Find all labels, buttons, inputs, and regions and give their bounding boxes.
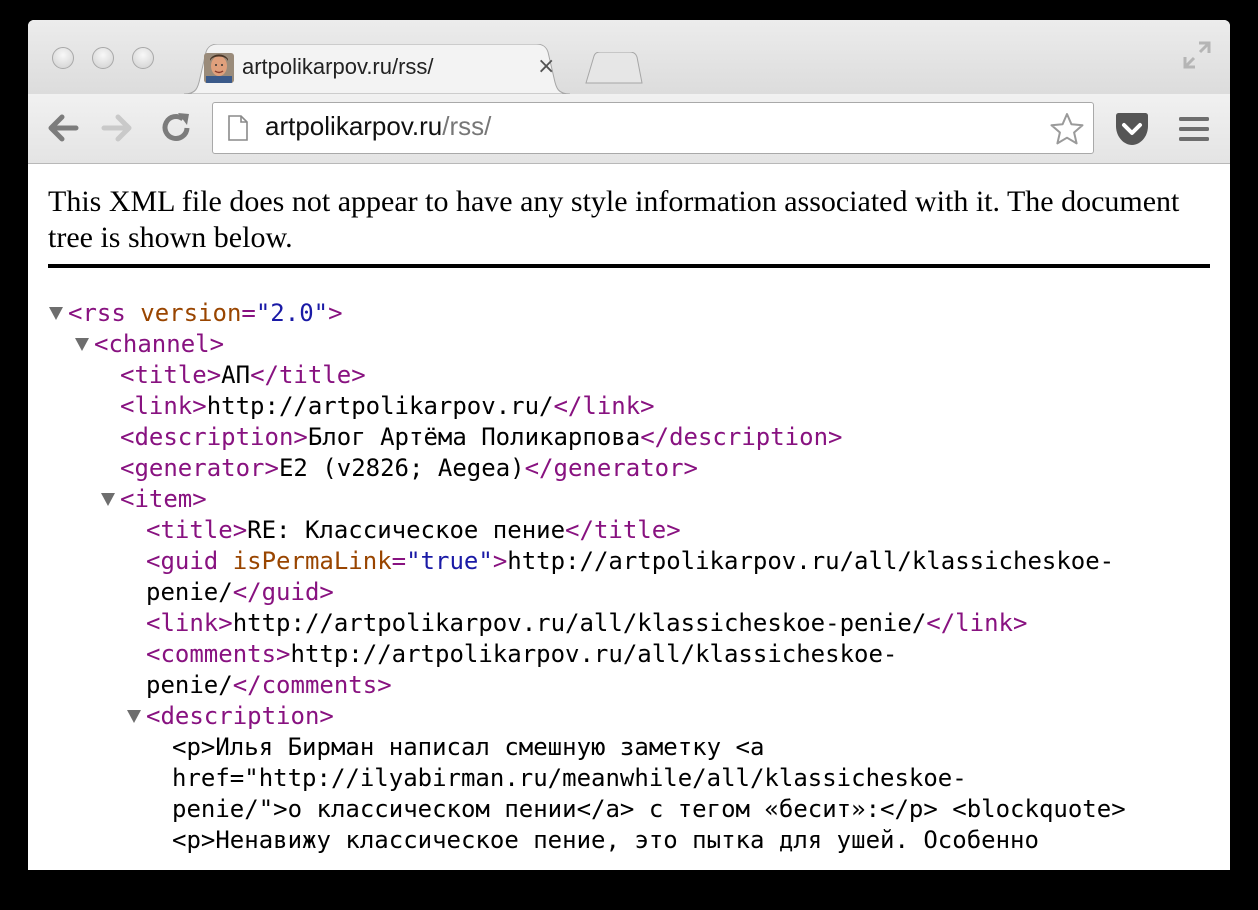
page-content: This XML file does not appear to have an… [28,164,1230,870]
pocket-extension-icon[interactable] [1114,112,1150,146]
tag-rss-open: <rss [68,299,126,327]
tag-item-link-close: </link> [926,609,1028,637]
fullscreen-icon[interactable] [1182,40,1212,70]
attr-equals: = [391,547,407,575]
xml-line-guid: <guid isPermaLink="true">http://artpolik… [146,546,1114,577]
tag-end: > [492,547,508,575]
divider [48,264,1210,268]
xml-line-item: <item> [120,484,207,515]
description-body-line: href="http://ilyabirman.ru/meanwhile/all… [172,764,967,792]
tag-link-close: </link> [553,392,655,420]
url-host: artpolikarpov.ru [265,111,443,141]
tag-generator-close: </generator> [524,454,698,482]
forward-arrow-icon[interactable] [100,110,136,146]
comments-text: http://artpolikarpov.ru/all/klassichesko… [290,640,898,668]
attr-ispermalink-value: "true" [406,547,493,575]
url-path: /rss/ [442,111,492,141]
tag-title-open: <title> [120,361,222,389]
bookmark-star-icon[interactable] [1049,111,1085,147]
browser-window: artpolikarpov.ru/rss/ × artpolikarpov.ru… [28,20,1230,870]
xml-line-link: <link>http://artpolikarpov.ru/</link> [120,391,655,422]
link-text: http://artpolikarpov.ru/ [206,392,554,420]
tag-generator-open: <generator> [120,454,279,482]
back-arrow-icon[interactable] [44,110,80,146]
tag-guid-close: </guid> [232,578,334,606]
tag-comments-open: <comments> [146,640,291,668]
guid-text-cont: penie/ [146,578,233,606]
tag-comments-close: </comments> [232,671,392,699]
tag-item-title-open: <title> [146,516,248,544]
minimize-window-button[interactable] [92,47,114,69]
xml-line-item-description: <description> [146,701,334,732]
favicon-avatar-icon [204,53,234,83]
comments-text-cont: penie/ [146,671,233,699]
item-link-text: http://artpolikarpov.ru/all/klassichesko… [232,609,927,637]
item-title-text: RE: Классическое пение [247,516,566,544]
xml-line-channel: <channel> [94,329,224,360]
tab-active[interactable]: artpolikarpov.ru/rss/ × [184,44,570,94]
title-bar: artpolikarpov.ru/rss/ × [28,20,1230,94]
tab-close-icon[interactable]: × [537,54,555,79]
toolbar: artpolikarpov.ru/rss/ [28,94,1230,164]
tag-item-link-open: <link> [146,609,233,637]
title-text: АП [221,361,251,389]
description-body-line: penie/">о классическом пении</a> с тегом… [172,795,1126,823]
tab-title: artpolikarpov.ru/rss/ [242,54,434,79]
tag-link-open: <link> [120,392,207,420]
attr-version-value: "2.0" [255,299,329,327]
xml-line-item-link: <link>http://artpolikarpov.ru/all/klassi… [146,608,1027,639]
xml-notice: This XML file does not appear to have an… [48,185,1180,254]
attr-version: version [140,299,242,327]
new-tab-button[interactable] [584,52,644,84]
close-window-button[interactable] [52,47,74,69]
tag-guid-open: <guid [146,547,219,575]
xml-line-rss: <rss version="2.0"> [68,298,343,329]
xml-line-title: <title>АП</title> [120,360,366,391]
xml-line-item-title: <title>RE: Классическое пение</title> [146,515,681,546]
xml-line-description: <description>Блог Артёма Поликарпова</de… [120,422,842,453]
description-body-line: <p>Ненавижу классическое пение, это пытк… [172,826,1039,854]
tag-item-title-close: </title> [565,516,681,544]
xml-line-generator: <generator>E2 (v2826; Aegea)</generator> [120,453,698,484]
tag-title-close: </title> [250,361,366,389]
tag-item-open: <item> [120,485,207,513]
reload-icon[interactable] [158,110,194,146]
attr-equals: = [241,299,256,327]
tag-description-open: <description> [120,423,308,451]
attr-ispermalink: isPermaLink [232,547,392,575]
xml-line-comments-cont: penie/</comments> [146,670,392,701]
collapse-toggle-item[interactable] [101,493,115,506]
xml-line-guid-cont: penie/</guid> [146,577,334,608]
zoom-window-button[interactable] [132,47,154,69]
xml-line-comments: <comments>http://artpolikarpov.ru/all/kl… [146,639,897,670]
description-text: Блог Артёма Поликарпова [307,423,641,451]
address-bar[interactable]: artpolikarpov.ru/rss/ [212,102,1094,154]
tag-channel-open: <channel> [94,330,225,358]
tag-end: > [328,299,343,327]
tag-description-close: </description> [640,423,843,451]
collapse-toggle-rss[interactable] [49,307,63,320]
url-text: artpolikarpov.ru/rss/ [265,111,491,142]
guid-text: http://artpolikarpov.ru/all/klassichesko… [507,547,1115,575]
generator-text: E2 (v2826; Aegea) [278,454,525,482]
page-icon [228,115,248,141]
tag-item-description-open: <description> [146,702,334,730]
hamburger-menu-icon[interactable] [1178,114,1210,144]
collapse-toggle-channel[interactable] [75,338,89,351]
description-body-line: <p>Илья Бирман написал смешную заметку <… [172,733,765,761]
collapse-toggle-description[interactable] [127,710,141,723]
